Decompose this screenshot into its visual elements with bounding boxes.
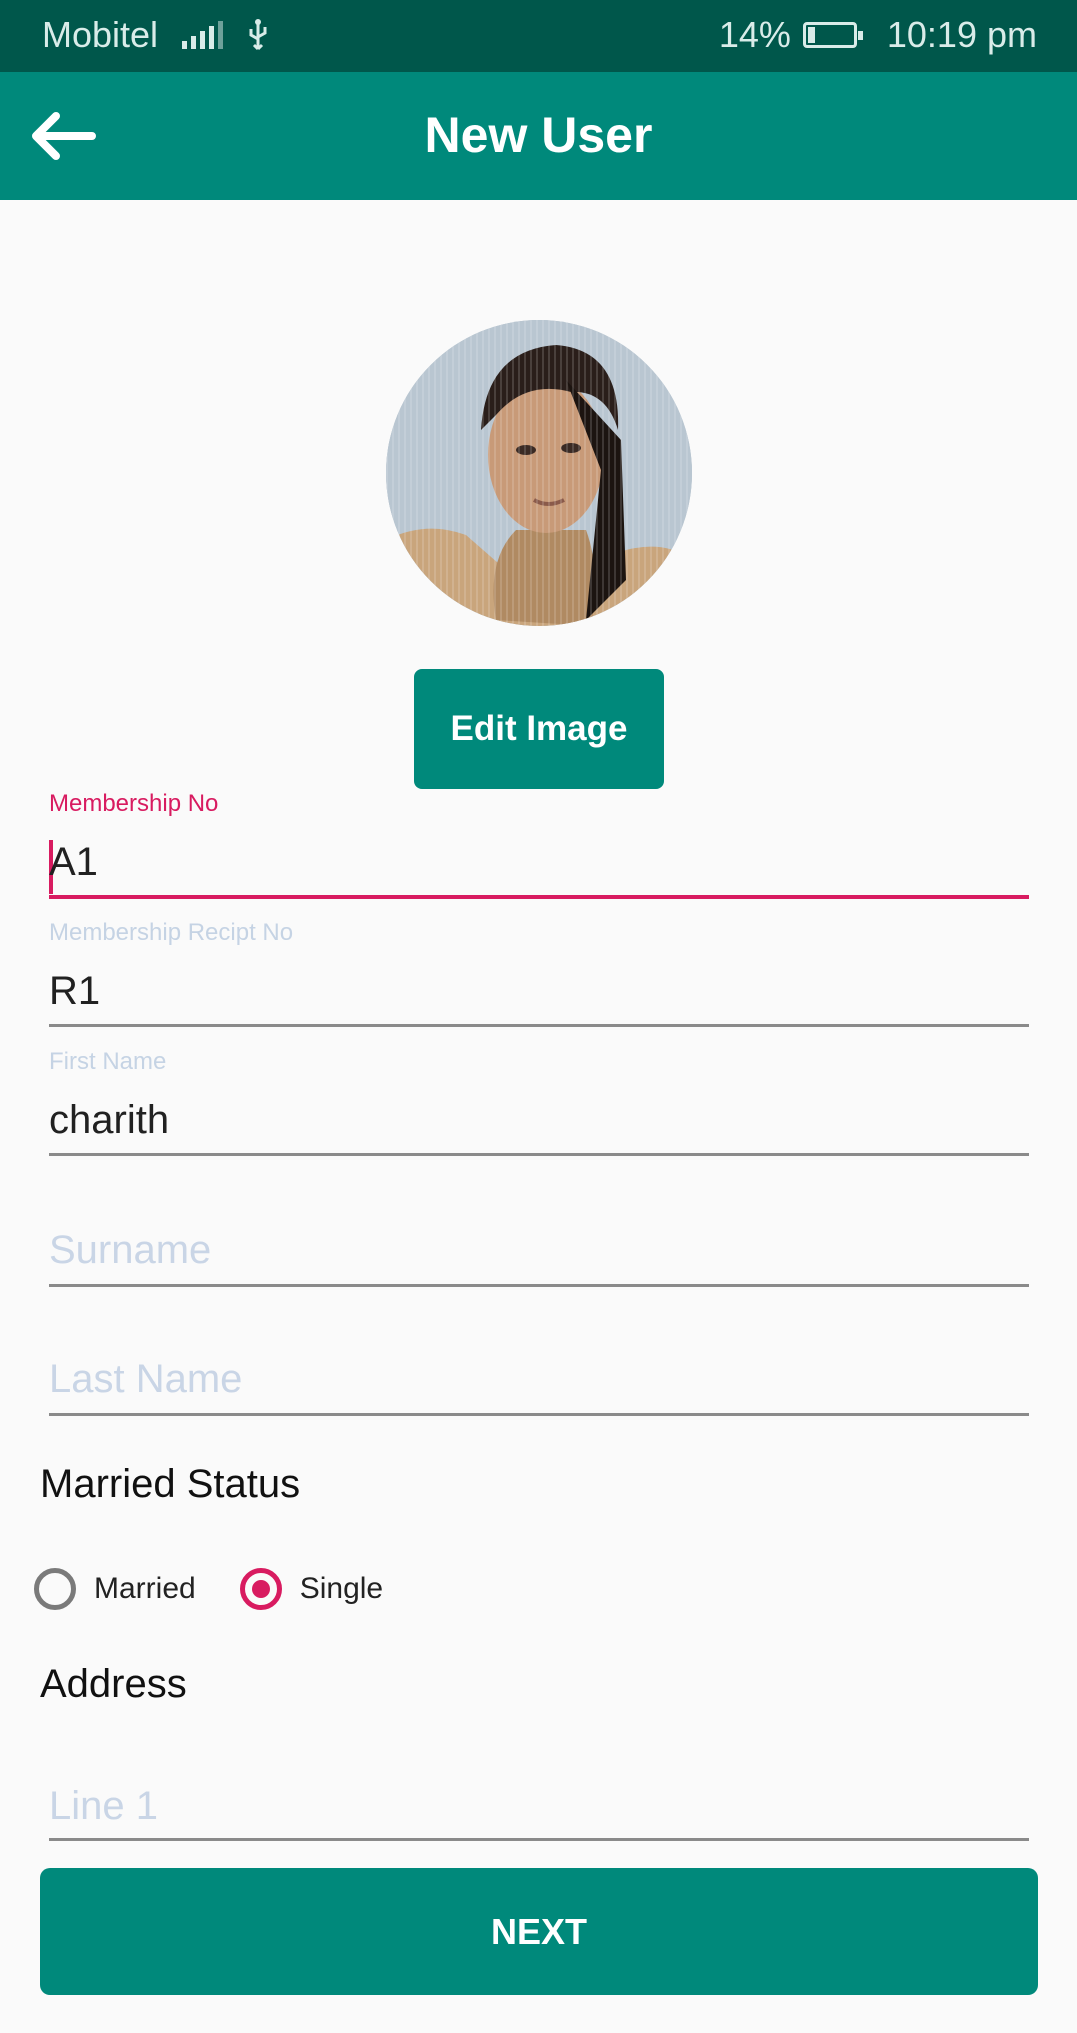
membership-no-label: Membership No [49, 790, 219, 817]
membership-receipt-no-label: Membership Recipt No [49, 919, 294, 946]
membership-receipt-no-field[interactable]: Membership Recipt No R1 [49, 919, 1029, 1034]
address-line1-underline [49, 1838, 1029, 1841]
signal-icon [182, 21, 224, 49]
radio-checked-icon[interactable] [239, 1568, 282, 1610]
page-title: New User [424, 107, 653, 163]
battery-percent: 14% [718, 14, 791, 55]
membership-no-field[interactable]: Membership No A1 [49, 790, 1029, 905]
address-line1-field[interactable]: Line 1 [49, 1776, 1029, 1842]
surname-placeholder[interactable]: Surname [49, 1228, 211, 1273]
membership-receipt-no-value[interactable]: R1 [49, 969, 100, 1014]
clock: 10:19 pm [886, 14, 1037, 55]
usb-icon [249, 19, 267, 51]
address-title: Address [40, 1662, 187, 1706]
profile-avatar [386, 320, 692, 626]
membership-receipt-no-underline [49, 1024, 1029, 1027]
first-name-label: First Name [49, 1048, 167, 1075]
status-bar-right: 14% 10:19 pm [719, 14, 1037, 56]
last-name-field[interactable]: Last Name [49, 1349, 1029, 1424]
radio-label-single: Single [299, 1572, 384, 1605]
married-status-radio-group: Married Single [34, 1568, 427, 1610]
membership-no-underline [49, 895, 1029, 899]
radio-option-single[interactable]: Single [239, 1568, 384, 1610]
address-line1-placeholder[interactable]: Line 1 [49, 1784, 158, 1829]
first-name-underline [49, 1153, 1029, 1156]
app-bar: New User [0, 72, 1077, 200]
next-button[interactable]: NEXT [40, 1868, 1038, 1995]
edit-image-button[interactable]: Edit Image [414, 669, 664, 789]
radio-unchecked-icon[interactable] [34, 1568, 76, 1610]
surname-underline [49, 1284, 1029, 1287]
radio-label-married: Married [94, 1572, 196, 1605]
status-bar: Mobitel 14% 10:19 pm [0, 0, 1077, 72]
profile-photo [386, 320, 692, 626]
surname-field[interactable]: Surname [49, 1220, 1029, 1295]
first-name-field[interactable]: First Name charith [49, 1048, 1029, 1163]
married-status-title: Married Status [40, 1462, 301, 1506]
radio-option-married[interactable]: Married [34, 1568, 196, 1610]
battery-level-fill [807, 27, 815, 43]
first-name-value[interactable]: charith [49, 1098, 169, 1143]
carrier-name: Mobitel [42, 14, 159, 55]
membership-no-value[interactable]: A1 [49, 840, 98, 885]
status-bar-left: Mobitel [42, 14, 269, 56]
last-name-underline [49, 1413, 1029, 1416]
last-name-placeholder[interactable]: Last Name [49, 1357, 242, 1402]
battery-charging-icon [802, 22, 863, 48]
